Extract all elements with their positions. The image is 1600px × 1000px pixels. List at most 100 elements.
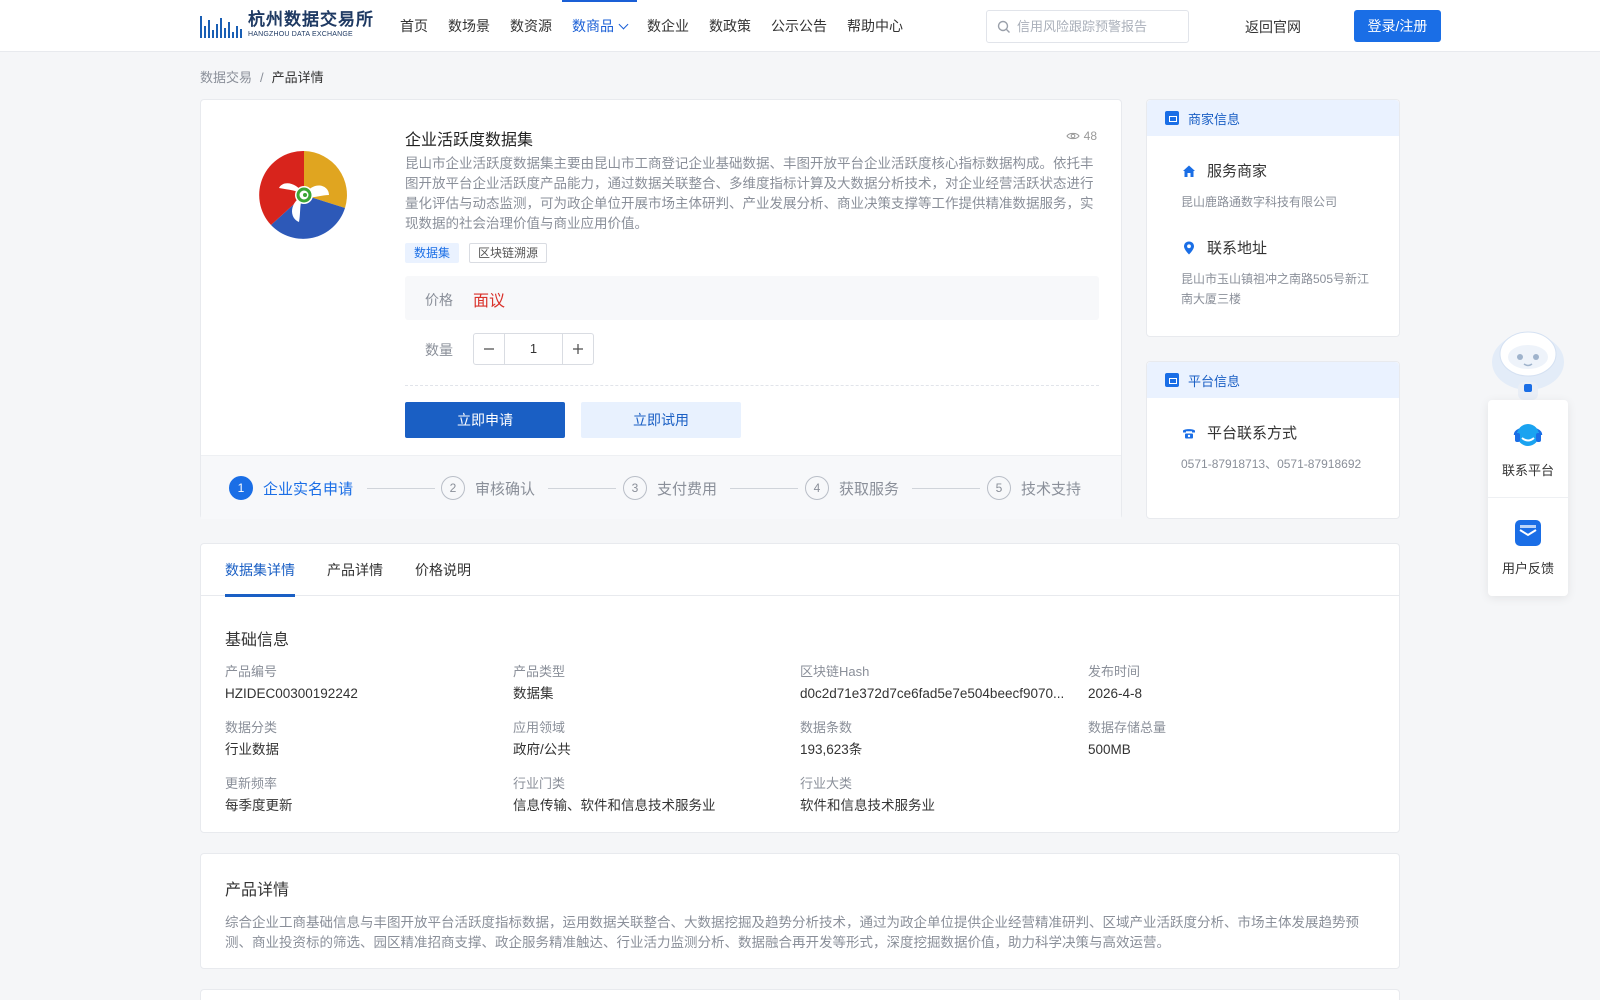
field-value: 行业数据 [225, 742, 279, 757]
login-register-button[interactable]: 登录/注册 [1354, 10, 1441, 42]
step-label: 技术支持 [1021, 480, 1082, 498]
nav-resources[interactable]: 数资源 [500, 0, 562, 52]
chevron-down-icon [618, 19, 629, 30]
product-title: 企业活跃度数据集 [405, 132, 534, 149]
eye-icon [1066, 132, 1080, 140]
tab-product-details[interactable]: 产品详情 [327, 544, 383, 596]
nav-scenes[interactable]: 数场景 [438, 0, 500, 52]
platform-contact-label: 平台联系方式 [1207, 425, 1298, 442]
field-label: 区块链Hash [800, 664, 870, 679]
service-merchant-heading: 服务商家 [1181, 160, 1267, 181]
step-label: 获取服务 [839, 480, 900, 498]
contact-platform-button[interactable]: 联系平台 [1488, 420, 1568, 479]
nav-enterprises[interactable]: 数企业 [637, 0, 699, 52]
platform-info-card: 平台信息 平台联系方式 0571-87918713、0571-87918692 [1146, 361, 1400, 519]
field-label: 更新频率 [225, 776, 278, 791]
quantity-stepper: 1 [473, 333, 594, 365]
logo-icon [200, 12, 242, 38]
field-label: 行业大类 [800, 776, 853, 791]
field-product-id: 产品编号 HZIDEC00300192242 [225, 664, 505, 702]
merchant-info-title: 商家信息 [1188, 111, 1241, 127]
merchant-info-header: 商家信息 [1147, 100, 1399, 136]
product-description: 昆山市企业活跃度数据集主要由昆山市工商登记企业基础数据、丰图开放平台企业活跃度核… [405, 156, 1094, 231]
tag-dataset: 数据集 [405, 243, 460, 263]
contact-address-heading: 联系地址 [1181, 237, 1267, 258]
step-label: 审核确认 [475, 480, 536, 498]
field-value: 政府/公共 [513, 742, 571, 757]
field-value: 2026-4-8 [1088, 686, 1143, 701]
nav-announcements[interactable]: 公示公告 [761, 0, 837, 52]
quantity-label: 数量 [425, 342, 453, 358]
platform-contact-heading: 平台联系方式 [1181, 422, 1297, 443]
breadcrumb: 数据交易 / 产品详情 [200, 67, 324, 86]
field-industry-division: 行业大类 软件和信息技术服务业 [800, 776, 1080, 814]
view-count-value: 48 [1083, 129, 1097, 143]
tab-price-description[interactable]: 价格说明 [415, 544, 471, 596]
step-connector [548, 488, 616, 489]
nav-products-label: 数商品 [572, 18, 614, 34]
field-label: 数据分类 [225, 720, 278, 735]
breadcrumb-root[interactable]: 数据交易 [200, 70, 252, 85]
service-merchant-label: 服务商家 [1207, 163, 1268, 180]
logo-name-en: HANGZHOU DATA EXCHANGE [248, 31, 353, 38]
field-value: d0c2d71e372d7ce6fad5e7e504beecf9070... [800, 686, 1065, 701]
field-storage-size: 数据存储总量 500MB [1088, 720, 1368, 758]
field-record-count: 数据条数 193,623条 [800, 720, 1080, 758]
field-value: 500MB [1088, 742, 1131, 757]
store-icon [1165, 111, 1179, 125]
dataset-details-card: 数据集详情 产品详情 价格说明 基础信息 产品编号 HZIDEC003001922… [200, 543, 1400, 833]
product-tags: 数据集 区块链溯源 [405, 243, 548, 263]
breadcrumb-separator: / [260, 70, 264, 85]
phone-icon [1183, 428, 1195, 438]
detail-tabs: 数据集详情 产品详情 价格说明 [201, 544, 1399, 597]
user-feedback-label: 用户反馈 [1501, 561, 1554, 576]
back-to-site-link[interactable]: 返回官网 [1245, 17, 1301, 37]
tag-blockchain: 区块链溯源 [469, 243, 548, 263]
field-value: HZIDEC00300192242 [225, 686, 358, 701]
step-connector [912, 488, 980, 489]
service-merchant-value: 昆山鹿路通数字科技有限公司 [1181, 195, 1338, 209]
step-number: 1 [229, 476, 253, 500]
nav-products[interactable]: 数商品 [562, 0, 637, 52]
platform-contact-value: 0571-87918713、0571-87918692 [1181, 457, 1362, 471]
top-header: 杭州数据交易所 HANGZHOU DATA EXCHANGE 首页 数场景 数资… [0, 0, 1600, 52]
contact-platform-label: 联系平台 [1501, 463, 1554, 478]
nav-home[interactable]: 首页 [390, 0, 438, 52]
quantity-value[interactable]: 1 [504, 334, 563, 364]
try-now-button[interactable]: 立即试用 [581, 402, 741, 438]
step-4: 4 获取服务 [805, 476, 899, 500]
step-label: 支付费用 [657, 480, 718, 498]
product-detail-card: 产品详情 综合企业工商基础信息与丰图开放平台活跃度指标数据，运用数据关联整合、大… [200, 853, 1400, 969]
increment-button[interactable] [563, 334, 593, 364]
step-number: 5 [987, 476, 1011, 500]
field-label: 发布时间 [1088, 664, 1141, 679]
decrement-button[interactable] [474, 334, 504, 364]
process-steps: 1 企业实名申请 2 审核确认 3 支付费用 4 获取服务 5 技术支持 [201, 455, 1121, 519]
main-nav: 首页 数场景 数资源 数商品 数企业 数政策 公示公告 帮助中心 [390, 0, 913, 52]
field-publish-date: 发布时间 2026-4-8 [1088, 664, 1368, 702]
apply-now-button[interactable]: 立即申请 [405, 402, 565, 438]
field-update-frequency: 更新频率 每季度更新 [225, 776, 505, 814]
field-value: 193,623条 [800, 742, 863, 757]
field-label: 行业门类 [513, 776, 566, 791]
user-feedback-button[interactable]: 用户反馈 [1488, 518, 1568, 577]
search-box[interactable] [986, 10, 1189, 43]
logo-name-cn: 杭州数据交易所 [248, 10, 374, 29]
search-input[interactable] [1017, 19, 1177, 34]
field-value: 数据集 [513, 686, 554, 701]
step-3: 3 支付费用 [623, 476, 717, 500]
step-number: 4 [805, 476, 829, 500]
tab-dataset-details[interactable]: 数据集详情 [225, 544, 295, 597]
field-industry-section: 行业门类 信息传输、软件和信息技术服务业 [513, 776, 793, 814]
price-label: 价格 [425, 292, 453, 308]
platform-icon [1165, 373, 1179, 387]
assistant-robot-icon[interactable] [1488, 324, 1568, 400]
field-blockchain-hash: 区块链Hash d0c2d71e372d7ce6fad5e7e504beecf90… [800, 664, 1080, 702]
product-card: 企业活跃度数据集 48 昆山市企业活跃度数据集主要由昆山市工商登记企业基础数据、… [200, 99, 1122, 519]
nav-help[interactable]: 帮助中心 [837, 0, 913, 52]
breadcrumb-current: 产品详情 [271, 70, 324, 85]
site-logo[interactable]: 杭州数据交易所 HANGZHOU DATA EXCHANGE [200, 10, 374, 40]
nav-policies[interactable]: 数政策 [699, 0, 761, 52]
field-label: 产品类型 [513, 664, 566, 679]
contact-address-label: 联系地址 [1207, 240, 1268, 257]
